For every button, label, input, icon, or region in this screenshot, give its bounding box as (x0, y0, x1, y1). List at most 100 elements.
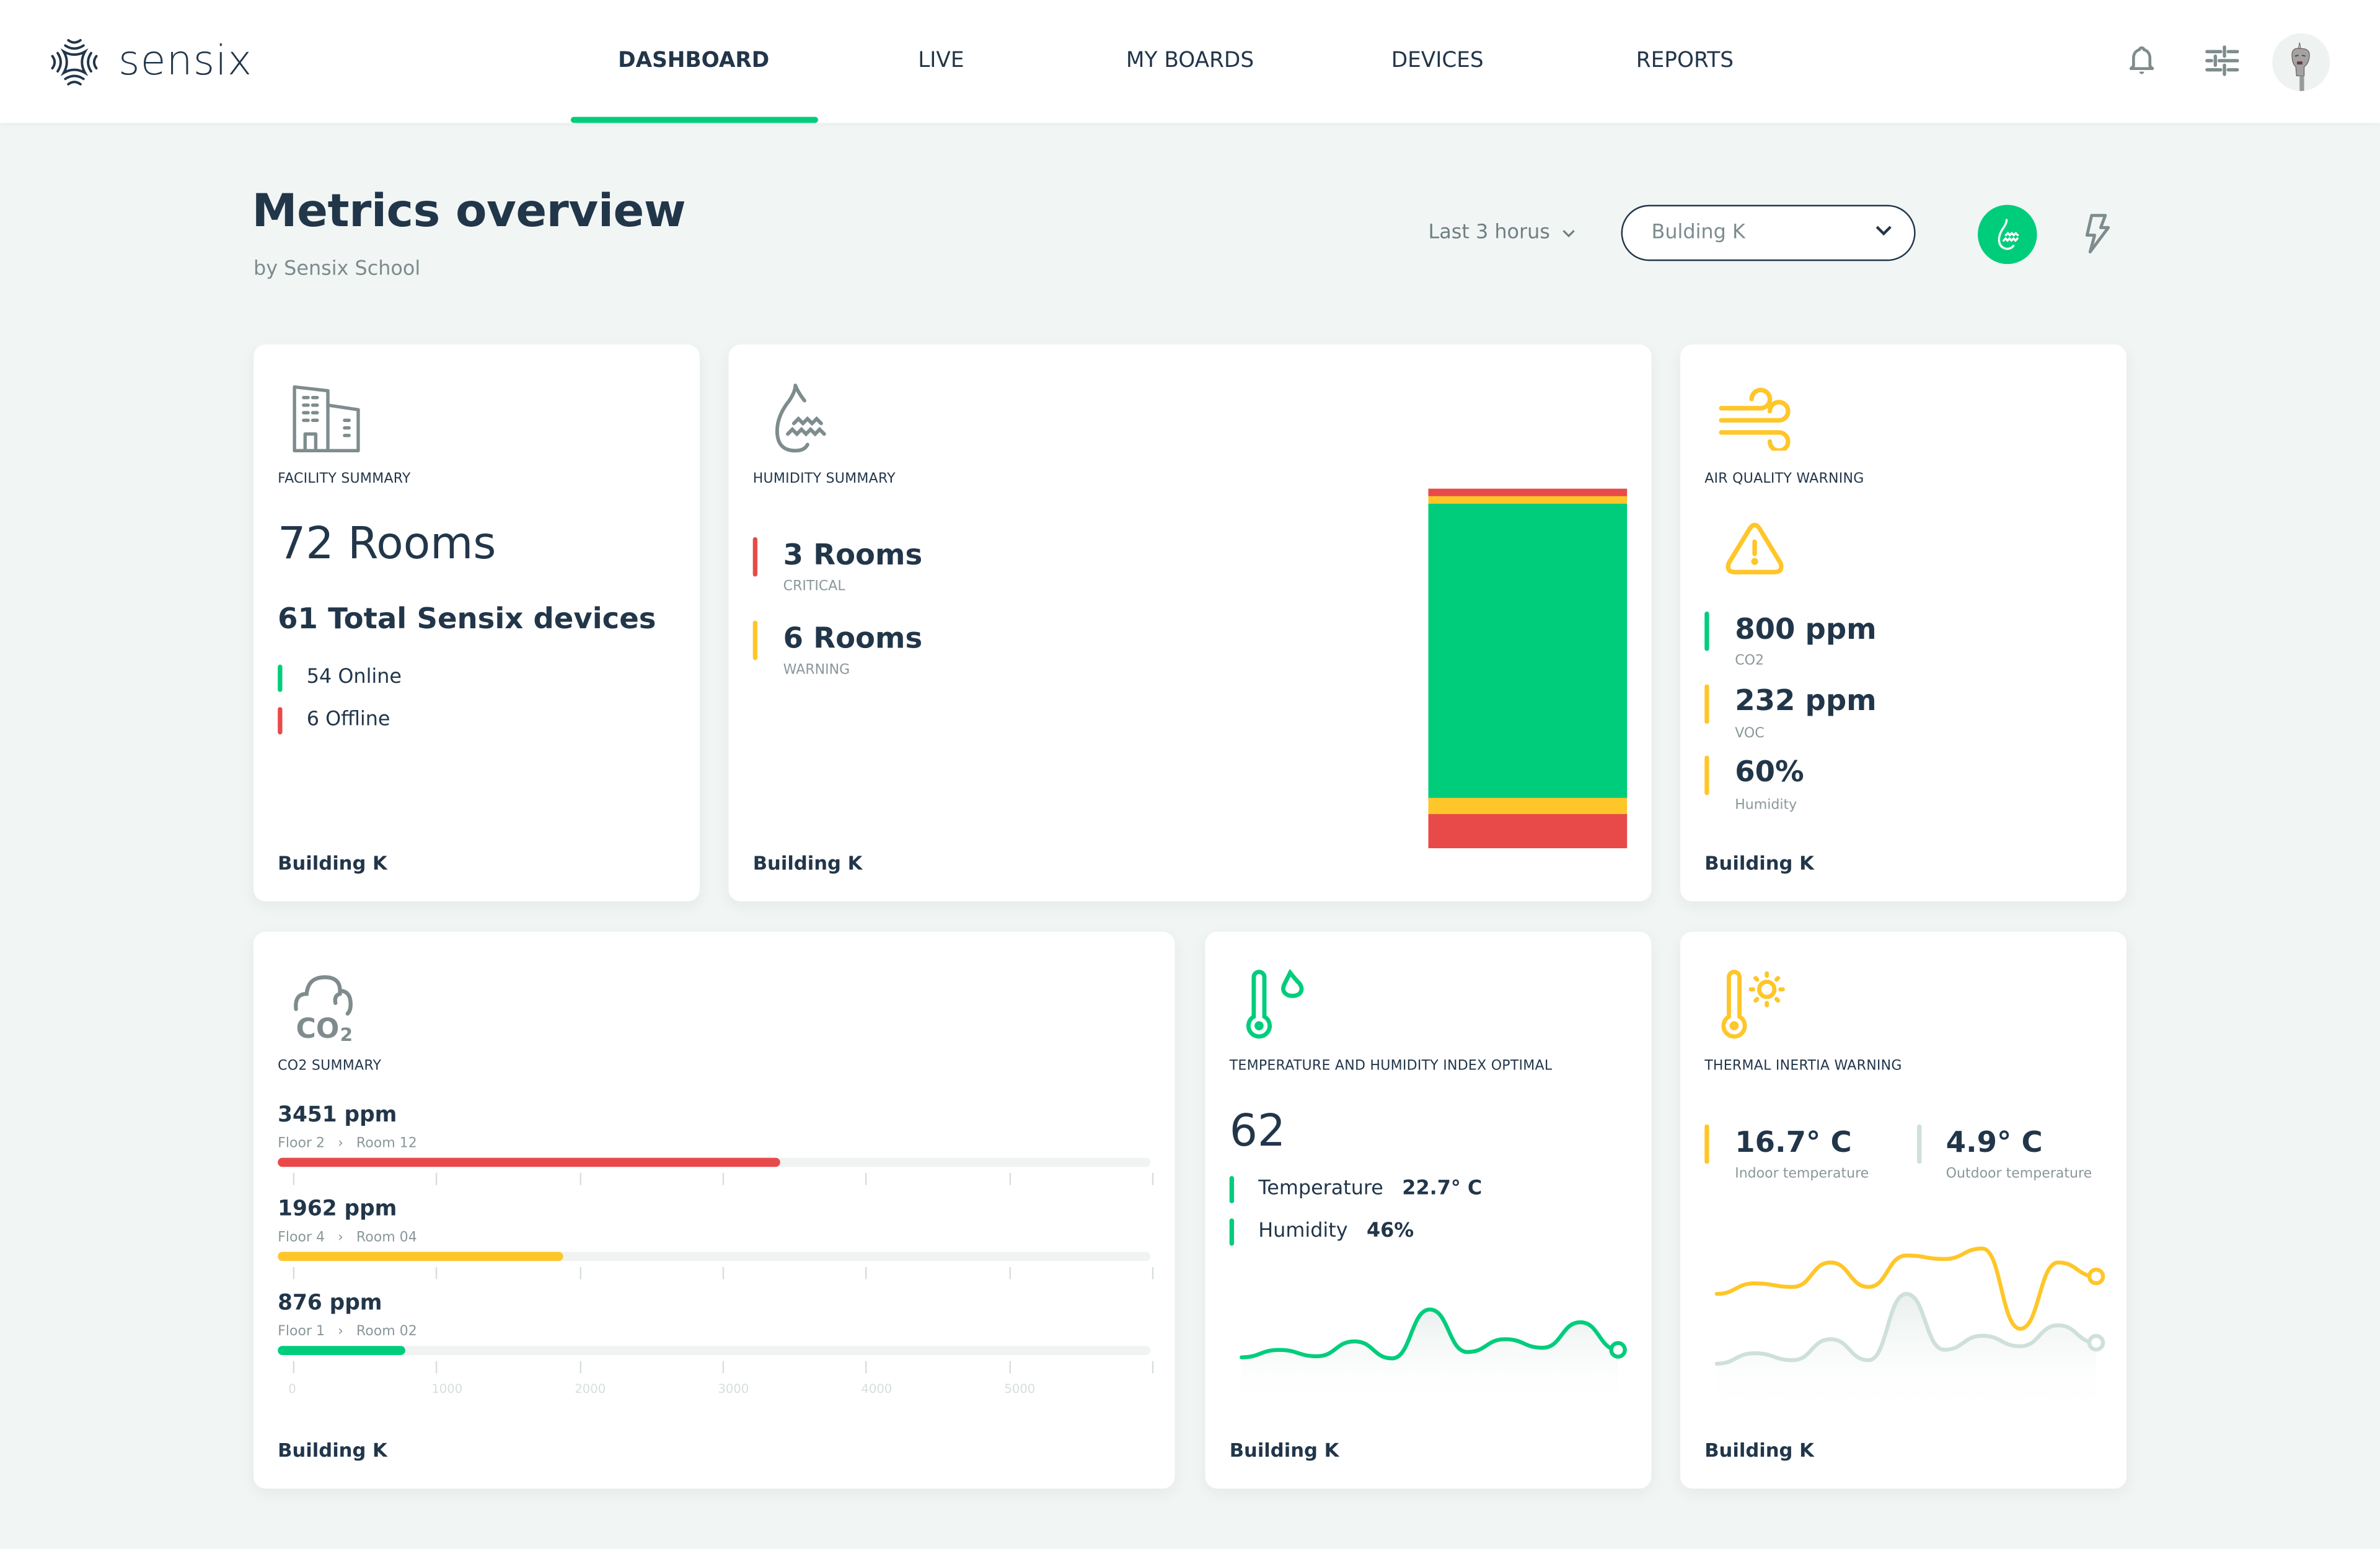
temperature-humidity-index-card[interactable]: TEMPERATURE AND HUMIDITY INDEX OPTIMAL 6… (1205, 931, 1652, 1489)
humidity-icon (775, 384, 826, 453)
card-footer-building: Building K (278, 851, 387, 874)
humidity-label: Humidity (1735, 798, 1797, 814)
thi-index-value: 62 (1229, 1104, 1286, 1157)
temperature-stat: Temperature 22.7° C (1258, 1177, 1482, 1200)
co2-row-breadcrumb: Floor 2 › Room 12 (278, 1136, 417, 1152)
card-label: AIR QUALITY WARNING (1704, 472, 1864, 488)
axis-tick (722, 1361, 725, 1374)
warning-triangle-icon (1726, 522, 1784, 574)
bell-icon[interactable] (2122, 41, 2162, 81)
axis-tick-label: 2000 (575, 1382, 606, 1397)
page-subtitle: by Sensix School (253, 258, 421, 281)
axis-tick-label: 5000 (1004, 1382, 1036, 1397)
card-label: FACILITY SUMMARY (278, 472, 411, 488)
axis-tick (293, 1361, 295, 1374)
card-footer-building: Building K (278, 1438, 387, 1462)
room-label: Room 12 (356, 1136, 417, 1152)
humidity-stack-segment-ok (1428, 503, 1628, 799)
voc-indicator (1704, 684, 1709, 724)
indoor-temperature-end-point[interactable] (2087, 1267, 2105, 1286)
humidity-stat: Humidity 46% (1258, 1220, 1414, 1243)
svg-text:CO: CO (296, 1013, 340, 1045)
humidity-stack-segment-critical (1428, 488, 1628, 497)
nav-my-boards[interactable]: MY BOARDS (1126, 48, 1254, 72)
humidity-stack-segment-warning (1428, 797, 1628, 815)
axis-tick (1008, 1173, 1011, 1185)
co2-progress-track (278, 1252, 1151, 1262)
time-range-dropdown[interactable]: Last 3 horus (1428, 221, 1576, 245)
co2-row-value: 3451 ppm (278, 1103, 397, 1128)
humidity-indicator (1704, 755, 1709, 796)
co2-progress-fill (278, 1346, 405, 1355)
warning-rooms: 6 Rooms (783, 622, 923, 656)
online-indicator (278, 664, 283, 692)
humidity-stack-segment-critical (1428, 814, 1628, 848)
co2-progress-track (278, 1157, 1151, 1167)
axis-tick (722, 1173, 725, 1185)
indoor-temperature-label: Indoor temperature (1735, 1167, 1869, 1182)
logo[interactable]: sensix (48, 37, 252, 88)
time-range-label: Last 3 horus (1428, 221, 1550, 245)
nav-devices[interactable]: DEVICES (1391, 48, 1484, 72)
facility-summary-card[interactable]: FACILITY SUMMARY 72 Rooms 61 Total Sensi… (253, 344, 700, 902)
humidity-icon (1997, 218, 2018, 250)
sliders-icon[interactable] (2202, 41, 2242, 81)
floor-label: Floor 1 (278, 1324, 325, 1340)
critical-rooms: 3 Rooms (783, 538, 923, 573)
thi-area (1241, 1309, 1618, 1410)
humidity-value: 46% (1366, 1219, 1414, 1243)
co2-row-breadcrumb: Floor 1 › Room 02 (278, 1324, 417, 1340)
card-footer-building: Building K (1704, 851, 1814, 874)
axis-tick (293, 1266, 295, 1279)
card-label: CO2 SUMMARY (278, 1059, 382, 1074)
co2-cloud-icon: CO 2 (294, 975, 353, 1045)
thi-end-point[interactable] (1609, 1341, 1627, 1359)
indoor-indicator (1704, 1124, 1709, 1164)
offline-count: 6 Offline (306, 708, 390, 732)
humidity-mode-button[interactable] (1978, 204, 2037, 265)
card-footer-building: Building K (752, 851, 863, 874)
building-select-value: Bulding K (1651, 221, 1745, 245)
axis-tick (1152, 1173, 1154, 1185)
nav-live[interactable]: LIVE (918, 48, 964, 72)
axis-tick-label: 1000 (431, 1382, 463, 1397)
nav-reports[interactable]: REPORTS (1636, 48, 1734, 72)
rooms-count: 72 Rooms (278, 517, 496, 569)
co2-label: CO2 (1735, 654, 1765, 670)
humidity-value: 60% (1735, 755, 1804, 789)
thermal-inertia-card[interactable]: THERMAL INERTIA WARNING 16.7° C Indoor t… (1680, 931, 2127, 1489)
axis-tick (1008, 1361, 1011, 1374)
indoor-temperature-value: 16.7° C (1735, 1126, 1852, 1160)
co2-progress-track (278, 1346, 1151, 1355)
humidity-label: Humidity (1258, 1219, 1348, 1243)
page-title: Metrics overview (252, 185, 686, 239)
co2-progress-fill (278, 1252, 563, 1262)
axis-tick (865, 1173, 868, 1185)
svg-text:2: 2 (340, 1024, 353, 1045)
card-footer-building: Building K (1704, 1438, 1814, 1462)
app-root: sensix DASHBOARD LIVE MY BOARDS DEVICES … (0, 0, 2380, 1549)
co2-indicator (1704, 611, 1709, 651)
card-label: HUMIDITY SUMMARY (752, 472, 896, 488)
co2-row-value: 876 ppm (278, 1291, 382, 1316)
card-footer-building: Building K (1229, 1438, 1339, 1462)
axis-tick (579, 1361, 581, 1374)
axis-tick (865, 1361, 868, 1374)
humidity-summary-card[interactable]: HUMIDITY SUMMARY 3 Rooms CRITICAL 6 Room… (728, 344, 1652, 902)
lightning-icon[interactable] (2076, 213, 2116, 255)
axis-tick (436, 1361, 438, 1374)
air-quality-card[interactable]: AIR QUALITY WARNING 800 ppm CO2 232 ppm … (1680, 344, 2127, 902)
nav-dashboard[interactable]: DASHBOARD (618, 48, 769, 72)
building-select[interactable]: Bulding K (1621, 204, 1916, 261)
active-tab-indicator (570, 116, 819, 123)
chevron-down-icon (1875, 226, 1892, 236)
thermometer-drop-icon (1246, 969, 1304, 1039)
user-avatar[interactable] (2272, 33, 2330, 91)
outdoor-temperature-end-point[interactable] (2087, 1333, 2105, 1352)
humidity-stack-segment-warning (1428, 496, 1628, 505)
co2-summary-card[interactable]: CO 2 CO2 SUMMARY 3451 ppm Floor 2 › Room… (253, 931, 1175, 1489)
top-navbar: sensix DASHBOARD LIVE MY BOARDS DEVICES … (0, 0, 2380, 123)
voc-label: VOC (1735, 727, 1765, 742)
temperature-indicator (1229, 1175, 1235, 1204)
outdoor-indicator (1917, 1124, 1922, 1164)
